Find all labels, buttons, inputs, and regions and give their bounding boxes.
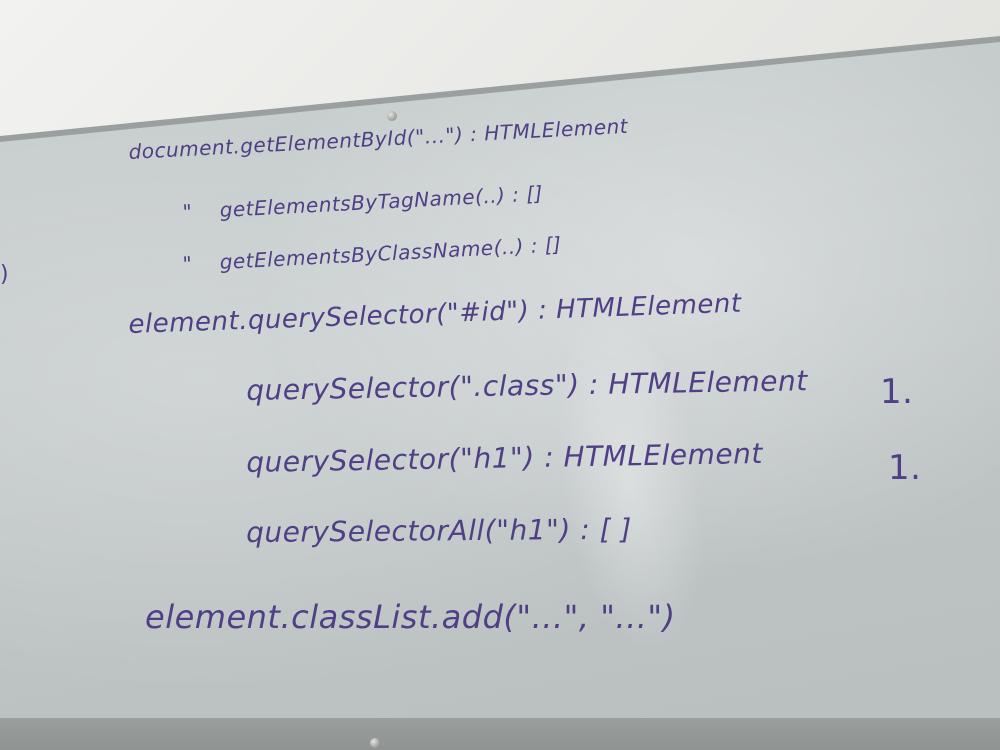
mounting-pin: [370, 738, 380, 748]
whiteboard-line-8: element.classList.add("...", "..."): [145, 598, 676, 636]
whiteboard-line-7: querySelectorAll("h1") : [ ]: [246, 512, 632, 549]
whiteboard-bottom-frame: [0, 718, 1000, 750]
edge-mark: ): [0, 262, 9, 287]
annotation-one: 1.: [880, 372, 914, 412]
mounting-pin: [387, 111, 397, 121]
annotation-one: 1.: [888, 448, 922, 488]
